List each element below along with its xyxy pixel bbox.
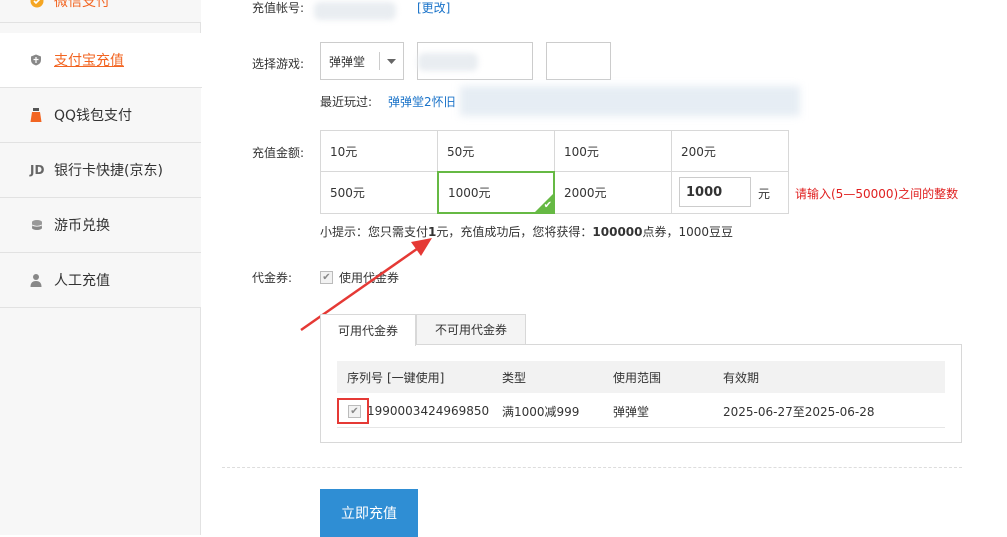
use-voucher-label: 使用代金券 [339, 271, 400, 285]
recent-game-link[interactable]: 弹弹堂2怀旧 [388, 93, 456, 110]
voucher-scope: 弹弹堂 [613, 404, 650, 419]
amount-custom-cell: 元 [671, 171, 789, 214]
sidebar-item-jd-bank[interactable]: JD 银行卡快捷(京东) [0, 143, 201, 198]
sidebar-item-label: 人工充值 [54, 273, 110, 289]
voucher-label: 代金券: [252, 271, 293, 285]
amount-option-50[interactable]: 50元 [437, 130, 555, 172]
voucher-serial: 1990003424969850 [367, 404, 490, 418]
amount-grid: 10元 50元 100元 200元 500元 1000元 ✔ 2000元 元 [320, 130, 790, 214]
one-click-use-link[interactable]: [一键使用] [387, 361, 444, 393]
sidebar-item-label: 微信支付 [54, 0, 110, 10]
sidebar-item-label: 游币兑换 [54, 218, 110, 234]
change-account-link[interactable]: [更改] [417, 0, 450, 16]
custom-amount-unit: 元 [758, 187, 771, 201]
sidebar-item-qq-wallet[interactable]: QQ钱包支付 [0, 88, 201, 143]
amount-option-500[interactable]: 500元 [320, 171, 438, 214]
voucher-row-checkbox[interactable]: ✔ [348, 404, 361, 418]
amount-option-100[interactable]: 100元 [554, 130, 672, 172]
amount-label: 充值金额: [252, 146, 305, 160]
sidebar-item-label: 支付宝充值 [54, 53, 124, 69]
tip-prefix: 小提示：您只需支付 [320, 225, 429, 239]
recharge-tip: 小提示：您只需支付1元，充值成功后，您将获得：100000点券，1000豆豆 [320, 223, 733, 240]
account-label: 充值帐号: [252, 1, 305, 15]
col-serial: 序列号 [347, 370, 384, 385]
sidebar-item-manual-recharge[interactable]: 人工充值 [0, 253, 201, 308]
table-row: ✔ 1990003424969850 满1000减999 弹弹堂 2025-06… [321, 395, 961, 427]
server-select[interactable] [417, 42, 533, 80]
tip-suffix: 点券，1000豆豆 [642, 225, 734, 239]
sidebar: 微信支付 支付宝充值 QQ钱包支付 JD 银行卡快捷(京东) 游币兑换 人工充值 [0, 0, 202, 535]
coin-icon [30, 218, 50, 232]
sidebar-item-wechat[interactable]: 微信支付 [0, 0, 201, 23]
custom-amount-input[interactable] [679, 177, 751, 207]
amount-option-200[interactable]: 200元 [671, 130, 789, 172]
check-icon: ✔ [543, 200, 552, 211]
amount-option-label: 1000元 [448, 186, 491, 200]
col-validity: 有效期 [723, 370, 760, 385]
amount-range-error: 请输入(5—50000)之间的整数 [795, 187, 959, 201]
server-select-blurred [418, 53, 478, 71]
account-value-blurred [314, 2, 396, 20]
wechat-icon [30, 0, 50, 8]
col-scope: 使用范围 [613, 370, 662, 385]
row-divider [337, 427, 945, 428]
recent-blurred [460, 86, 800, 116]
jd-icon: JD [30, 163, 45, 177]
game-select-value: 弹弹堂 [329, 54, 366, 69]
sidebar-item-coin-exchange[interactable]: 游币兑换 [0, 198, 201, 253]
tip-middle: 元，充值成功后，您将获得： [436, 225, 593, 239]
main-content: 充值帐号: [更改] 选择游戏: 弹弹堂 最近玩过: 弹弹堂2怀旧 充值金额: … [202, 0, 1007, 537]
voucher-table-header: 序列号 [一键使用] 类型 使用范围 有效期 [337, 361, 945, 393]
game-label: 选择游戏: [252, 57, 305, 71]
col-type: 类型 [502, 370, 527, 385]
chevron-down-icon [380, 58, 403, 64]
form-divider [222, 467, 962, 468]
voucher-validity: 2025-06-27至2025-06-28 [723, 404, 875, 419]
amount-option-10[interactable]: 10元 [320, 130, 438, 172]
sidebar-item-alipay[interactable]: 支付宝充值 [0, 33, 202, 88]
sidebar-item-label: QQ钱包支付 [54, 108, 133, 124]
submit-recharge-button[interactable]: 立即充值 [320, 489, 418, 537]
voucher-type: 满1000减999 [502, 404, 580, 419]
tab-unavailable-vouchers[interactable]: 不可用代金券 [416, 314, 526, 345]
tip-points: 100000 [592, 225, 643, 239]
tab-available-vouchers[interactable]: 可用代金券 [320, 314, 416, 346]
alipay-icon [30, 54, 50, 66]
sidebar-item-label: 银行卡快捷(京东) [54, 163, 163, 179]
use-voucher-checkbox[interactable]: ✔ [320, 271, 333, 284]
amount-option-1000[interactable]: 1000元 ✔ [437, 171, 555, 214]
role-select[interactable] [546, 42, 611, 80]
qq-wallet-icon [30, 107, 50, 123]
amount-option-2000[interactable]: 2000元 [554, 171, 672, 214]
voucher-checkbox-wrap[interactable]: ✔ [348, 395, 361, 427]
game-select[interactable]: 弹弹堂 [320, 42, 404, 80]
voucher-table: 序列号 [一键使用] 类型 使用范围 有效期 ✔ 199000342496985… [320, 344, 962, 443]
recent-label: 最近玩过: [320, 95, 373, 109]
use-voucher-option[interactable]: ✔ 使用代金券 [320, 269, 399, 286]
person-icon [30, 273, 50, 287]
